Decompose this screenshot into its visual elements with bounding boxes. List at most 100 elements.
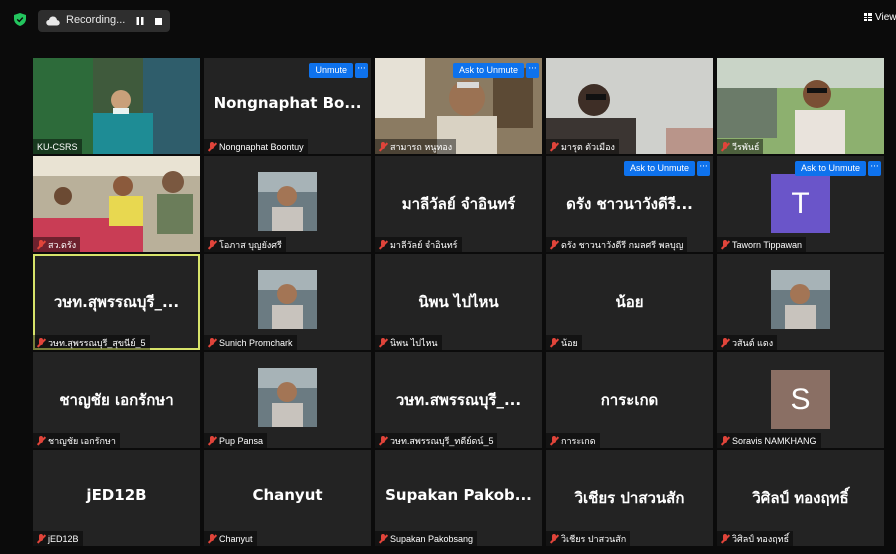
participant-tile[interactable]: jED12B jED12B [33, 450, 200, 546]
participant-name-label: วิศิลป์ ทองฤทธิ์ [717, 531, 794, 546]
participant-display-name: ดรัง ชาวนาวังดีรี... [566, 195, 693, 213]
participant-tile[interactable]: โอภาส บุญยังศรี [204, 156, 371, 252]
participant-display-name: Nongnaphat Bo... [213, 94, 362, 112]
participant-name: Sunich Promchark [219, 337, 293, 348]
participant-tile[interactable]: ชาญชัย เอกรักษา ชาญชัย เอกรักษา [33, 352, 200, 448]
muted-mic-icon [721, 142, 729, 151]
cloud-icon [46, 16, 60, 26]
participant-tile[interactable]: Supakan Pakob... Supakan Pakobsang [375, 450, 542, 546]
participant-tile[interactable]: วสันต์ แดง [717, 254, 884, 350]
participant-name: ชาญชัย เอกรักษา [48, 435, 116, 446]
participant-name-label: Nongnaphat Boontuy [204, 139, 308, 154]
participant-tile[interactable]: ดรัง ชาวนาวังดีรี... Ask to Unmute ··· ดรัง… [546, 156, 713, 252]
more-options-icon[interactable]: ··· [697, 161, 710, 176]
participant-name: วสันต์ แดง [732, 337, 774, 348]
participant-name-label: Sunich Promchark [204, 335, 297, 350]
participant-name: KU-CSRS [37, 141, 78, 152]
profile-picture [258, 368, 317, 431]
participant-name-label: สว.ดรัง [33, 237, 81, 252]
recording-indicator: Recording... [38, 10, 170, 32]
participant-name: วิศิลป์ ทองฤทธิ์ [732, 533, 790, 544]
muted-mic-icon [721, 338, 729, 347]
participant-name-label: jED12B [33, 531, 83, 546]
participant-name: วษท.สุพรรณบุรี_สุขนีย์_5 [48, 337, 146, 348]
participant-tile[interactable]: T Ask to Unmute ··· Taworn Tippawan [717, 156, 884, 252]
muted-mic-icon [550, 534, 558, 543]
muted-mic-icon [37, 240, 45, 249]
participant-tile[interactable]: มาลีวัลย์ จำอินทร์ มาลีวัลย์ จำอินทร์ [375, 156, 542, 252]
participant-display-name: การะเกด [600, 391, 659, 409]
muted-mic-icon [208, 240, 216, 249]
muted-mic-icon [550, 142, 558, 151]
muted-mic-icon [208, 338, 216, 347]
participant-name: วีรพันธ์ [732, 141, 760, 152]
participant-tile[interactable]: วีรพันธ์ [717, 58, 884, 154]
participant-tile[interactable]: การะเกด การะเกด [546, 352, 713, 448]
participant-name-label: KU-CSRS [33, 139, 82, 154]
participant-name: Supakan Pakobsang [390, 533, 474, 544]
participant-tile[interactable]: วษท.สุพรรณบุรี_... วษท.สุพรรณบุรี_สุขนีย์… [33, 254, 200, 350]
participant-display-name: วิเชียร ปาสวนสัก [574, 489, 685, 507]
participant-name: การะเกด [561, 435, 596, 446]
muted-mic-icon [379, 240, 387, 249]
shield-icon[interactable] [14, 13, 26, 26]
participant-name-label: วษท.สุพรรณบุรี_สุขนีย์_5 [33, 335, 150, 350]
participant-tile[interactable]: S Soravis NAMKHANG [717, 352, 884, 448]
recording-label: Recording... [66, 14, 126, 26]
muted-mic-icon [379, 338, 387, 347]
muted-mic-icon [550, 338, 558, 347]
participant-tile[interactable]: Sunich Promchark [204, 254, 371, 350]
ask-to-unmute-button[interactable]: Ask to Unmute [623, 161, 695, 176]
participant-name: สว.ดรัง [48, 239, 77, 250]
participant-tile[interactable]: วิศิลป์ ทองฤทธิ์ วิศิลป์ ทองฤทธิ์ [717, 450, 884, 546]
participant-tile[interactable]: สว.ดรัง [33, 156, 200, 252]
more-options-icon[interactable]: ··· [526, 63, 539, 78]
participant-display-name: มาลีวัลย์ จำอินทร์ [401, 195, 516, 213]
participant-tile[interactable]: Chanyut Chanyut [204, 450, 371, 546]
unmute-button[interactable]: Unmute [309, 63, 353, 78]
participant-tile[interactable]: น้อย น้อย [546, 254, 713, 350]
participant-tile[interactable]: วิเชียร ปาสวนสัก วิเชียร ปาสวนสัก [546, 450, 713, 546]
participant-tile[interactable]: KU-CSRS [33, 58, 200, 154]
participant-name: jED12B [48, 533, 79, 544]
muted-mic-icon [379, 436, 387, 445]
participant-tile[interactable]: มารุต ตัวเมือง [546, 58, 713, 154]
participant-name-label: น้อย [546, 335, 582, 350]
more-options-icon[interactable]: ··· [868, 161, 881, 176]
view-button[interactable]: View [864, 12, 896, 23]
participant-name-label: สามารถ หนูทอง [375, 139, 457, 154]
view-button-label: View [875, 12, 896, 23]
participant-tile[interactable]: Nongnaphat Bo... Unmute ··· Nongnaphat Boon… [204, 58, 371, 154]
participant-name: มารุต ตัวเมือง [561, 141, 615, 152]
participant-name: Nongnaphat Boontuy [219, 141, 304, 152]
participant-name-label: วษท.สพรรณบุรี_ทดีย์ดน์_5 [375, 433, 498, 448]
ask-to-unmute-button[interactable]: Ask to Unmute [452, 63, 524, 78]
participant-tile[interactable]: Pup Pansa [204, 352, 371, 448]
participant-name: Soravis NAMKHANG [732, 435, 817, 446]
pause-recording-icon[interactable] [136, 17, 144, 25]
participant-name: Chanyut [219, 533, 253, 544]
participant-name: นิพน ไปไหน [390, 337, 438, 348]
grid-icon [864, 13, 872, 21]
stop-recording-icon[interactable] [155, 18, 162, 25]
participant-name-label: Soravis NAMKHANG [717, 433, 821, 448]
muted-mic-icon [721, 436, 729, 445]
muted-mic-icon [550, 240, 558, 249]
muted-mic-icon [208, 436, 216, 445]
participant-display-name: Chanyut [252, 486, 323, 504]
participant-name: Taworn Tippawan [732, 239, 803, 250]
meeting-top-bar: Recording... View [0, 0, 896, 40]
more-options-icon[interactable]: ··· [355, 63, 368, 78]
participant-tile[interactable]: Ask to Unmute ··· สามารถ หนูทอง [375, 58, 542, 154]
participant-display-name: วิศิลป์ ทองฤทธิ์ [752, 489, 849, 507]
avatar: T [771, 174, 830, 233]
profile-picture [258, 172, 317, 235]
participant-tile[interactable]: นิพน ไปไหน นิพน ไปไหน [375, 254, 542, 350]
participant-display-name: นิพน ไปไหน [418, 293, 499, 311]
muted-mic-icon [721, 534, 729, 543]
participant-name-label: Taworn Tippawan [717, 237, 807, 252]
participant-tile[interactable]: วษท.สพรรณบุรี_... วษท.สพรรณบุรี_ทดีย์ดน์_… [375, 352, 542, 448]
participant-name-label: ดรัง ชาวนาวังดีรี กมลศรี พลบุญ [546, 237, 688, 252]
ask-to-unmute-button[interactable]: Ask to Unmute [794, 161, 866, 176]
participant-name: น้อย [561, 337, 578, 348]
